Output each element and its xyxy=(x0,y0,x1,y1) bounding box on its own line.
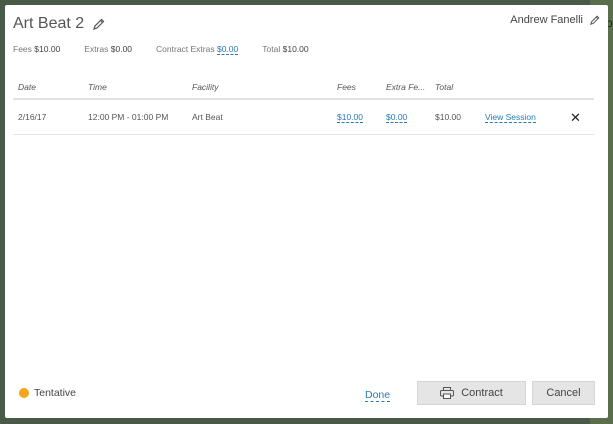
col-extra-fees: Extra Fe... xyxy=(386,82,426,92)
total-value: $10.00 xyxy=(282,44,309,54)
customer-name: Andrew Fanelli xyxy=(510,14,600,26)
customer-name-text: Andrew Fanelli xyxy=(510,14,583,26)
row-date: 2/16/17 xyxy=(18,112,47,122)
contract-extras-link[interactable]: $0.00 xyxy=(216,44,239,55)
edit-customer-pencil-icon[interactable] xyxy=(590,15,600,25)
extras-label: Extras xyxy=(84,44,109,54)
row-fees-link[interactable]: $10.00 xyxy=(337,112,363,123)
edit-title-pencil-icon[interactable] xyxy=(93,18,105,30)
contract-extras-label: Contract Extras xyxy=(156,44,215,54)
remove-row-close-icon[interactable]: ✕ xyxy=(570,110,581,126)
row-facility: Art Beat xyxy=(192,112,223,122)
col-date: Date xyxy=(18,82,36,92)
done-link[interactable]: Done xyxy=(365,389,391,402)
table-row: 2/16/17 12:00 PM - 01:00 PM Art Beat $10… xyxy=(13,100,594,135)
cancel-button-label: Cancel xyxy=(546,387,581,399)
total-summary: Total $10.00 xyxy=(262,44,308,54)
cancel-button[interactable]: Cancel xyxy=(532,381,595,405)
col-time: Time xyxy=(88,82,107,92)
col-total: Total xyxy=(435,82,454,92)
status-indicator: Tentative xyxy=(19,387,76,399)
total-label: Total xyxy=(262,44,281,54)
fees-value: $10.00 xyxy=(34,44,61,54)
sessions-table: Date Time Facility Fees Extra Fe... Tota… xyxy=(13,82,594,135)
extras-value: $0.00 xyxy=(110,44,133,54)
view-session-link[interactable]: View Session xyxy=(485,112,536,123)
status-dot-icon xyxy=(19,388,29,398)
contract-extras-summary: Contract Extras $0.00 xyxy=(156,44,239,55)
extras-summary: Extras $0.00 xyxy=(84,44,132,54)
printer-icon xyxy=(440,387,455,399)
fees-summary: Fees $10.00 xyxy=(13,44,60,54)
contract-button-label: Contract xyxy=(461,387,503,399)
title-text: Art Beat 2 xyxy=(13,15,85,32)
row-total: $10.00 xyxy=(435,112,461,122)
col-fees: Fees xyxy=(337,82,356,92)
modal-title: Art Beat 2 xyxy=(13,15,105,33)
totals-summary: Fees $10.00 Extras $0.00 Contract Extras… xyxy=(13,44,333,55)
col-facility: Facility xyxy=(192,82,219,92)
status-label: Tentative xyxy=(34,387,77,399)
row-extra-fees-link[interactable]: $0.00 xyxy=(386,112,408,123)
fees-label: Fees xyxy=(13,44,32,54)
session-modal: Art Beat 2 Andrew Fanelli Fees $10.00 Ex… xyxy=(5,5,608,418)
table-header: Date Time Facility Fees Extra Fe... Tota… xyxy=(13,82,594,100)
row-time: 12:00 PM - 01:00 PM xyxy=(88,112,169,122)
contract-button[interactable]: Contract xyxy=(417,381,526,405)
